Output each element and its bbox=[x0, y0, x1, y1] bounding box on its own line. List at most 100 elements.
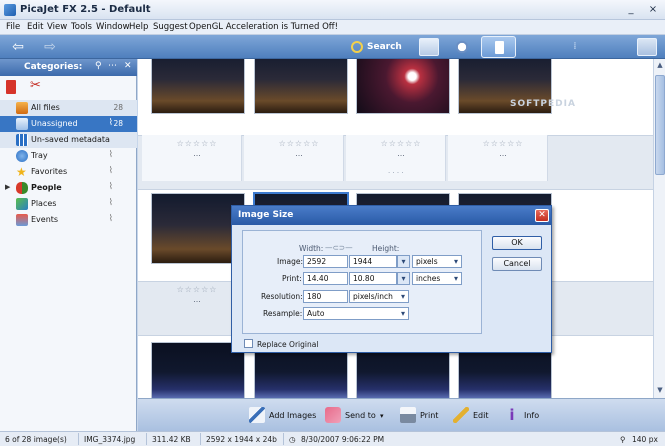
category-tray[interactable]: Tray ⌇ bbox=[0, 148, 137, 164]
vertical-scrollbar[interactable]: ▲ ▼ bbox=[653, 59, 665, 398]
status-separator bbox=[78, 433, 79, 445]
category-events[interactable]: Events ⌇ bbox=[0, 212, 137, 228]
menu-bar: File Edit View Tools Window Help Suggest… bbox=[0, 20, 665, 35]
unassigned-icon bbox=[16, 118, 28, 130]
panel-toggle-icon[interactable] bbox=[637, 38, 657, 56]
more-icon[interactable]: ⋯ bbox=[108, 61, 117, 71]
add-images-icon bbox=[249, 407, 265, 423]
status-bar: 6 of 28 image(s) IMG_3374.jpg 311.42 KB … bbox=[0, 431, 665, 446]
image-width-input[interactable]: 2592 bbox=[303, 255, 348, 268]
close-panel-icon[interactable]: ✕ bbox=[124, 61, 132, 71]
category-people[interactable]: ▶ People ⌇ bbox=[0, 180, 137, 196]
scroll-up-icon[interactable]: ▲ bbox=[655, 61, 665, 72]
send-to-dropdown-icon[interactable]: ▾ bbox=[380, 409, 384, 423]
print-height-input[interactable]: 10.80 bbox=[349, 272, 397, 285]
image-dimensions: 2592 x 1944 x 24b bbox=[206, 435, 277, 444]
info-icon: i bbox=[509, 406, 515, 424]
dialog-close-button[interactable]: ✕ bbox=[535, 209, 549, 222]
more-button[interactable]: ... bbox=[252, 149, 346, 158]
resample-label: Resample: bbox=[263, 309, 303, 318]
print-label: Print: bbox=[282, 274, 302, 283]
categories-title: Categories: bbox=[24, 62, 83, 72]
more-button[interactable]: ... bbox=[456, 149, 550, 158]
scroll-thumb[interactable] bbox=[655, 75, 665, 175]
replace-original-label: Replace Original bbox=[257, 340, 319, 349]
rating-stars[interactable]: ☆☆☆☆☆ bbox=[456, 139, 550, 148]
menu-help[interactable]: Help bbox=[129, 22, 148, 32]
image-label: Image: bbox=[277, 257, 304, 266]
image-unit-select[interactable]: pixels bbox=[412, 255, 462, 268]
menu-view[interactable]: View bbox=[47, 22, 67, 32]
rating-stars[interactable]: ☆☆☆☆☆ bbox=[354, 139, 448, 148]
print-unit-select[interactable]: inches bbox=[412, 272, 462, 285]
delete-category-icon[interactable]: ✂ bbox=[30, 78, 41, 93]
menu-suggest[interactable]: Suggest bbox=[153, 22, 188, 32]
menu-file[interactable]: File bbox=[6, 22, 20, 32]
scroll-down-icon[interactable]: ▼ bbox=[655, 386, 665, 397]
image-count: 6 of 28 image(s) bbox=[5, 435, 67, 444]
menu-tools[interactable]: Tools bbox=[71, 22, 92, 32]
paperclip-icon: ⌇ bbox=[108, 198, 113, 208]
more-button[interactable]: ... bbox=[150, 295, 244, 304]
paperclip-icon: ⌇ bbox=[108, 214, 113, 224]
chain-link-icon[interactable]: —⊂⊃— bbox=[325, 243, 353, 252]
expand-arrow-icon[interactable]: ▶ bbox=[5, 183, 10, 191]
resolution-input[interactable]: 180 bbox=[303, 290, 348, 303]
resample-select[interactable]: Auto bbox=[303, 307, 409, 320]
cancel-button[interactable]: Cancel bbox=[492, 257, 542, 271]
image-height-input[interactable]: 1944 bbox=[349, 255, 397, 268]
status-separator bbox=[200, 433, 201, 445]
category-all-files[interactable]: All files 28 bbox=[0, 100, 137, 116]
ok-button[interactable]: OK bbox=[492, 236, 542, 250]
menu-edit[interactable]: Edit bbox=[27, 22, 43, 32]
thumbnail-1[interactable] bbox=[151, 59, 245, 114]
thumbnail-2[interactable] bbox=[254, 59, 348, 114]
new-category-icon[interactable] bbox=[6, 80, 16, 94]
image-preset-dropdown[interactable]: ▾ bbox=[397, 255, 410, 268]
paperclip-icon: ⌇ bbox=[108, 118, 113, 128]
file-name: IMG_3374.jpg bbox=[84, 435, 136, 444]
search-categories-icon[interactable]: ⚲ bbox=[95, 61, 102, 71]
back-arrow-icon[interactable]: ⇦ bbox=[6, 39, 30, 55]
resolution-unit-select[interactable]: pixels/inch bbox=[349, 290, 409, 303]
close-window-button[interactable]: × bbox=[646, 3, 660, 16]
minimize-button[interactable]: _ bbox=[624, 3, 638, 16]
file-size: 311.42 KB bbox=[152, 435, 191, 444]
height-label: Height: bbox=[372, 244, 400, 253]
replace-original-checkbox[interactable] bbox=[244, 339, 253, 348]
print-preset-dropdown[interactable]: ▾ bbox=[397, 272, 410, 285]
thumbnail-3[interactable] bbox=[356, 59, 450, 114]
category-favorites[interactable]: ★ Favorites ⌇ bbox=[0, 164, 137, 180]
row-separator: . . . . bbox=[388, 167, 404, 175]
category-places[interactable]: Places ⌇ bbox=[0, 196, 137, 212]
rating-stars[interactable]: ☆☆☆☆☆ bbox=[150, 285, 244, 294]
categories-panel: Categories: ⚲ ⋯ ✕ ✂ All files 28 Unassig… bbox=[0, 59, 137, 431]
search-button[interactable]: Search bbox=[351, 40, 402, 55]
forward-arrow-icon[interactable]: ⇨ bbox=[38, 39, 62, 55]
send-to-icon bbox=[325, 407, 341, 423]
app-icon bbox=[4, 4, 16, 16]
rating-stars[interactable]: ☆☆☆☆☆ bbox=[150, 139, 244, 148]
adjust-icon[interactable] bbox=[452, 38, 472, 56]
view-mode-icon bbox=[495, 41, 504, 54]
print-width-input[interactable]: 14.40 bbox=[303, 272, 348, 285]
slideshow-icon[interactable] bbox=[419, 38, 439, 56]
opengl-notice[interactable]: OpenGL Acceleration is Turned Off! bbox=[189, 22, 338, 32]
view-mode-button[interactable] bbox=[481, 36, 516, 58]
file-date: 8/30/2007 9:06:22 PM bbox=[301, 435, 385, 444]
more-button[interactable]: ... bbox=[354, 149, 448, 158]
more-button[interactable]: ... bbox=[150, 149, 244, 158]
category-unassigned[interactable]: Unassigned ⌇ 28 bbox=[0, 116, 137, 132]
clock-icon: ◷ bbox=[289, 435, 296, 444]
rating-stars[interactable]: ☆☆☆☆☆ bbox=[252, 139, 346, 148]
categories-tools: ✂ bbox=[0, 76, 137, 100]
tray-icon bbox=[16, 150, 28, 162]
menu-window[interactable]: Window bbox=[96, 22, 130, 32]
search-icon bbox=[351, 40, 363, 53]
paperclip-icon: ⌇ bbox=[108, 182, 113, 192]
zoom-icon: ⚲ bbox=[620, 435, 626, 444]
print-icon bbox=[400, 407, 416, 423]
category-unsaved-metadata[interactable]: Un-saved metadata bbox=[0, 132, 137, 148]
metadata-icon bbox=[16, 134, 28, 146]
categories-header: Categories: ⚲ ⋯ ✕ bbox=[0, 59, 137, 76]
